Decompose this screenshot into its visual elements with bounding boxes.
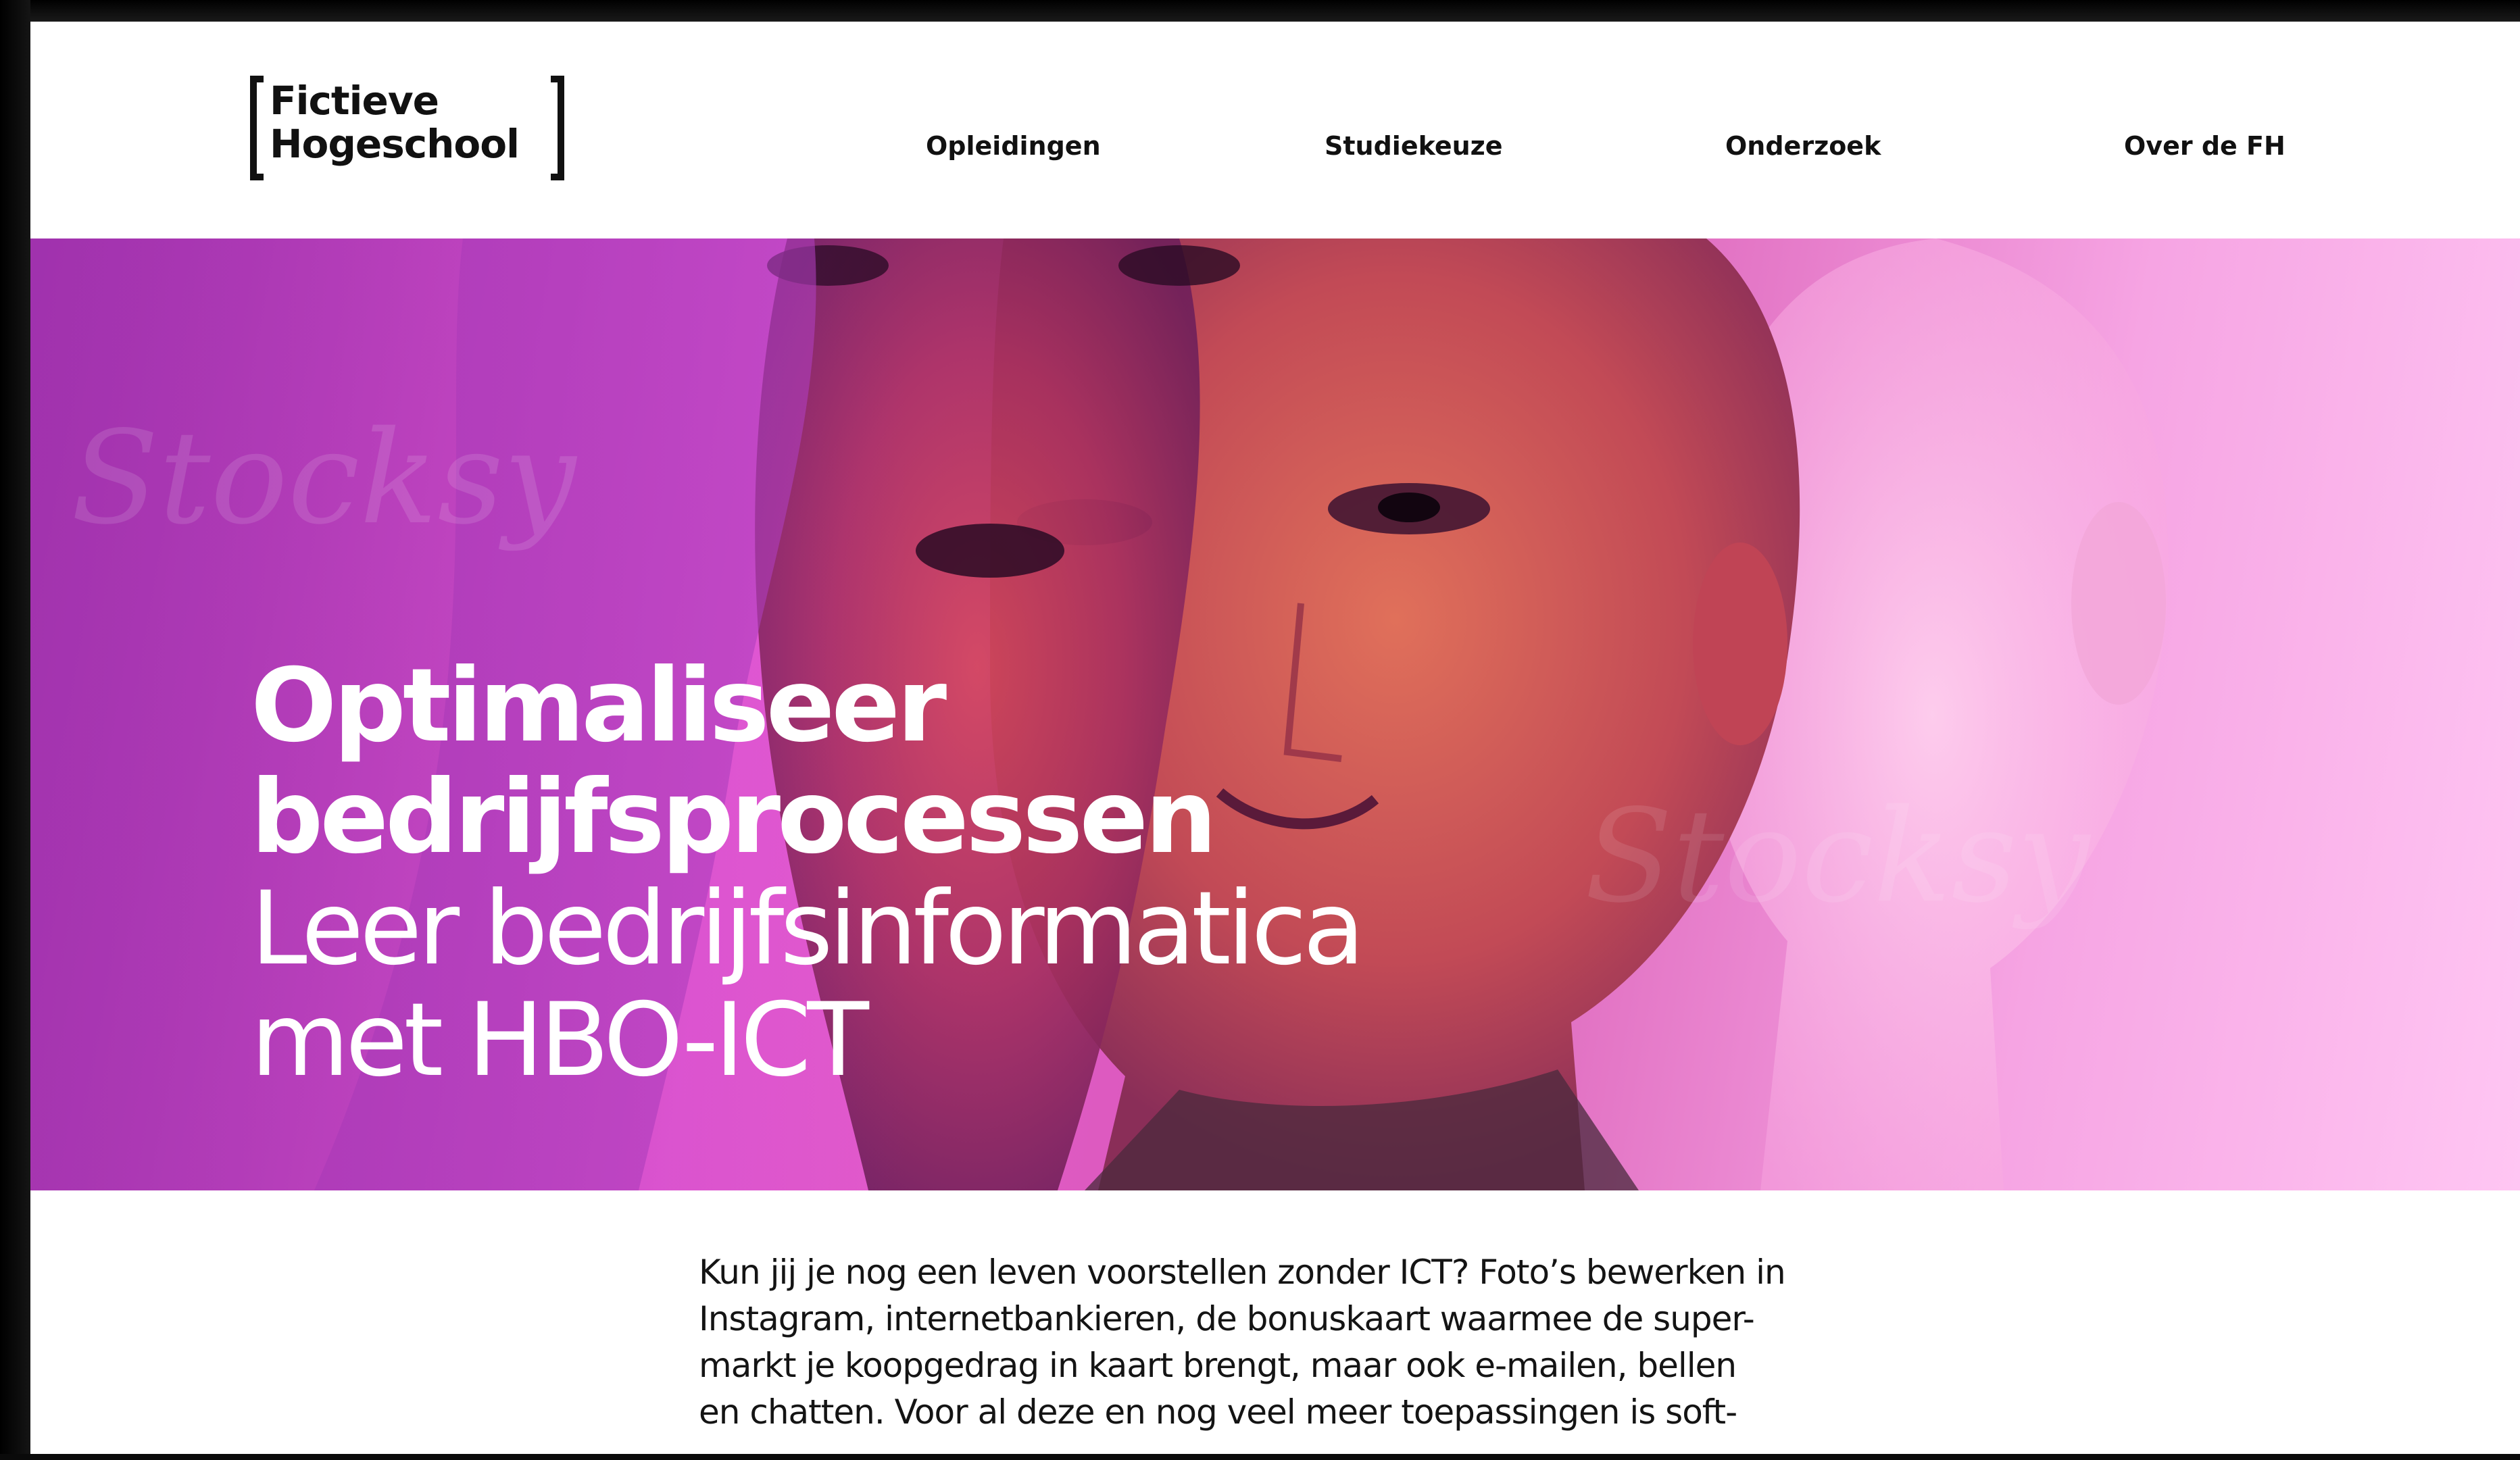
svg-text:Stocksy: Stocksy xyxy=(1585,782,2092,931)
site-header: Fictieve Hogeschool Opleidingen Studieke… xyxy=(30,22,2520,238)
intro-line: en chatten. Voor al deze en nog veel mee… xyxy=(699,1392,1737,1432)
nav-item-onderzoek[interactable]: Onderzoek xyxy=(1725,131,1881,161)
screen-frame-bottom xyxy=(0,1454,2520,1460)
hero-title-line-1: Optimaliseer xyxy=(251,647,947,765)
hero-heading: Optimaliseer bedrijfsprocessen Leer bedr… xyxy=(251,647,1365,1099)
nav-item-over-de-fh[interactable]: Over de FH xyxy=(2124,131,2286,161)
intro-line: Instagram, internetbankieren, de bonuska… xyxy=(699,1299,1755,1338)
logo-line-2: Hogeschool xyxy=(270,121,520,167)
logo-line-1: Fictieve xyxy=(270,78,439,124)
screen-frame-top xyxy=(0,0,2520,22)
hero-banner: Stocksy Stocksy Optimaliseer bedrijfspro… xyxy=(30,238,2520,1190)
hero-title-line-2: bedrijfsprocessen xyxy=(251,759,1217,876)
intro-line: Kun jij je nog een leven voorstellen zon… xyxy=(699,1253,1786,1292)
nav-item-studiekeuze[interactable]: Studiekeuze xyxy=(1325,131,1503,161)
hero-subtitle-line-2: met HBO-ICT xyxy=(251,982,869,1099)
screen-frame-left xyxy=(0,0,30,1460)
logo-wordmark: Fictieve Hogeschool xyxy=(270,78,520,167)
hero-subtitle-line-1: Leer bedrijfsinformatica xyxy=(251,870,1365,988)
web-page: Fictieve Hogeschool Opleidingen Studieke… xyxy=(30,22,2520,1454)
site-logo[interactable]: Fictieve Hogeschool xyxy=(250,76,564,180)
logo-bracket-left xyxy=(250,76,264,180)
photo-watermark: Stocksy xyxy=(71,403,578,553)
intro-paragraph: Kun jij je nog een leven voorstellen zon… xyxy=(699,1249,1888,1436)
nav-item-opleidingen[interactable]: Opleidingen xyxy=(926,131,1101,161)
intro-line: markt je koopgedrag in kaart brengt, maa… xyxy=(699,1346,1737,1385)
logo-bracket-right xyxy=(551,76,564,180)
